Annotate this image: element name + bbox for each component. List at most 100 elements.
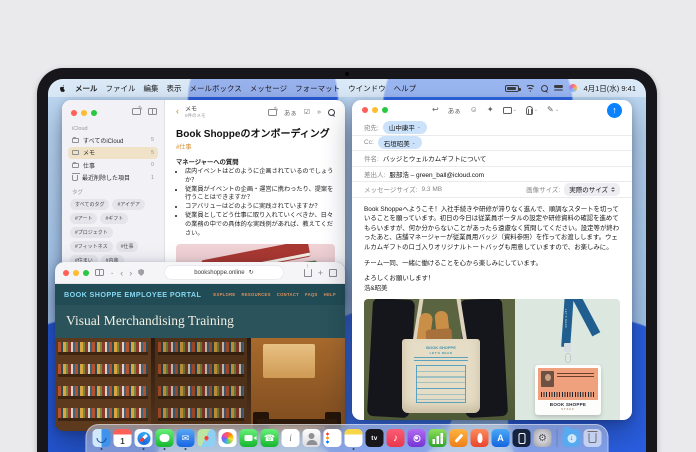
dock-reminders-icon[interactable] <box>324 429 342 447</box>
tote-bag-photo[interactable]: BOOK SHOPPE LET'S READ <box>364 299 515 420</box>
chevron-down-icon[interactable]: ⌄ <box>110 270 114 276</box>
minimize-button[interactable] <box>73 270 79 276</box>
tag-project[interactable]: #プロジェクト <box>70 227 113 238</box>
sidebar-item-all-icloud[interactable]: すべてのiCloud5 <box>68 134 158 147</box>
search-icon[interactable] <box>328 109 335 116</box>
dock-podcasts-icon[interactable] <box>408 429 426 447</box>
menu-mailbox[interactable]: メールボックス <box>190 83 242 94</box>
menu-mail[interactable]: メール <box>75 83 98 94</box>
sidebar-item-notes[interactable]: メモ5 <box>68 147 158 160</box>
menu-format[interactable]: フォーマット <box>295 83 340 94</box>
dock-trash-icon[interactable] <box>584 429 602 447</box>
from-field[interactable]: 差出人: 服部浩 – green_ball@icloud.com <box>352 167 632 183</box>
dock-numbers-icon[interactable] <box>429 429 447 447</box>
close-button[interactable] <box>362 107 368 113</box>
image-size-select[interactable]: 実際のサイズ <box>564 183 620 196</box>
dock-contacts-icon[interactable] <box>303 429 321 447</box>
dock-finder-icon[interactable] <box>93 429 111 447</box>
dock-tips-icon[interactable]: i <box>282 429 300 447</box>
compose-icon[interactable] <box>268 109 277 116</box>
spotlight-search-icon[interactable] <box>541 85 548 92</box>
minimize-button[interactable] <box>81 110 87 116</box>
tag-all[interactable]: すべてのタグ <box>70 199 109 210</box>
dock-launchpad-icon[interactable] <box>471 429 489 447</box>
to-field[interactable]: 宛先: 山中康平⌄ <box>352 120 632 136</box>
sidebar-item-work[interactable]: 仕事0 <box>68 159 158 172</box>
dock-calendar-icon[interactable]: 1 <box>114 429 132 447</box>
nav-link-faqs[interactable]: FAQS <box>305 292 318 297</box>
attachment-icon[interactable] <box>526 106 533 115</box>
recipient-pill[interactable]: 山中康平⌄ <box>383 121 427 134</box>
dock-notes-icon[interactable] <box>345 429 363 447</box>
menu-window[interactable]: ウインドウ <box>348 83 386 94</box>
new-tab-icon[interactable]: + <box>318 268 323 278</box>
markup-icon[interactable]: ✎ <box>547 106 554 114</box>
dock-safari-icon[interactable] <box>135 429 153 447</box>
dock-tv-icon[interactable]: tv <box>366 429 384 447</box>
back-icon[interactable]: ‹ <box>120 268 123 278</box>
image-playground-icon[interactable]: ✦ <box>487 106 494 114</box>
menu-file[interactable]: ファイル <box>106 83 136 94</box>
sidebar-icon[interactable] <box>95 269 104 276</box>
note-tag[interactable]: #仕事 <box>176 142 335 151</box>
battery-icon[interactable] <box>505 85 519 92</box>
photo-browser-icon[interactable] <box>503 107 512 114</box>
tag-idea[interactable]: #アイデア <box>112 199 145 210</box>
reload-icon[interactable]: ↻ <box>249 269 254 276</box>
dock-downloads-icon[interactable]: ↓ <box>563 429 581 447</box>
emoji-icon[interactable]: ☺ <box>470 106 478 114</box>
subject-field[interactable]: 件名: バッジとウェルカムギフトについて <box>352 151 632 167</box>
forward-icon[interactable]: › <box>129 268 132 278</box>
privacy-shield-icon[interactable] <box>138 269 144 276</box>
menu-message[interactable]: メッセージ <box>250 83 287 94</box>
share-icon[interactable] <box>304 269 312 277</box>
dock-app-store-icon[interactable]: A <box>492 429 510 447</box>
control-center-icon[interactable] <box>554 84 563 92</box>
wifi-icon[interactable] <box>525 84 535 92</box>
site-brand[interactable]: BOOK SHOPPE EMPLOYEE PORTAL <box>64 290 201 299</box>
nav-link-resources[interactable]: RESOURCES <box>242 292 271 297</box>
close-button[interactable] <box>71 110 77 116</box>
undo-icon[interactable]: ↩ <box>432 106 439 114</box>
zoom-button[interactable] <box>382 107 388 113</box>
more-icon[interactable]: » <box>317 109 321 116</box>
employee-badge-photo[interactable]: LET'S READ BOOK SHOPPE STAFF <box>515 299 620 420</box>
nav-link-contact[interactable]: CONTACT <box>277 292 299 297</box>
menu-help[interactable]: ヘルプ <box>394 83 417 94</box>
format-text-icon[interactable]: あぁ <box>284 107 297 117</box>
close-button[interactable] <box>63 270 69 276</box>
format-text-icon[interactable]: あぁ <box>448 105 461 115</box>
sidebar-item-recently-deleted[interactable]: 最近削除した項目1 <box>68 172 158 185</box>
nav-link-explore[interactable]: EXPLORE <box>213 292 235 297</box>
send-button[interactable]: ↑ <box>607 103 622 118</box>
dock-settings-icon[interactable]: ⚙ <box>534 429 552 447</box>
nav-link-help[interactable]: HELP <box>324 292 336 297</box>
back-chevron-icon[interactable]: ‹ <box>176 107 179 115</box>
recipient-pill[interactable]: 石垣昭美⌄ <box>378 136 422 149</box>
cc-field[interactable]: Cc: 石垣昭美⌄ <box>352 136 632 152</box>
sidebar-toggle-icon[interactable] <box>148 108 157 115</box>
dock-phone-icon[interactable]: ☎ <box>261 429 279 447</box>
tag-gift[interactable]: #ギフト <box>100 213 128 224</box>
apple-intelligence-icon[interactable] <box>569 84 577 92</box>
zoom-button[interactable] <box>91 110 97 116</box>
tag-work[interactable]: #仕事 <box>116 241 139 252</box>
checklist-icon[interactable]: ☑ <box>304 108 310 116</box>
new-folder-icon[interactable] <box>132 108 141 115</box>
dock-photos-icon[interactable] <box>219 429 237 447</box>
dock-messages-icon[interactable] <box>156 429 174 447</box>
dock-pages-icon[interactable] <box>450 429 468 447</box>
address-bar[interactable]: bookshoppe.online ↻ <box>165 266 283 279</box>
menu-clock[interactable]: 4月1日(水) 9:41 <box>583 83 636 94</box>
message-body[interactable]: Book Shoppeへようこそ！入社手続きや研修が滞りなく進んで、順調なスター… <box>352 198 632 294</box>
dock-mail-icon[interactable]: ✉ <box>177 429 195 447</box>
dock-music-icon[interactable]: ♪ <box>387 429 405 447</box>
dock-facetime-icon[interactable] <box>240 429 258 447</box>
tag-fitness[interactable]: #フィットネス <box>70 241 113 252</box>
tab-overview-icon[interactable] <box>329 269 337 277</box>
menu-edit[interactable]: 編集 <box>144 83 159 94</box>
apple-menu-icon[interactable] <box>58 84 67 93</box>
zoom-button[interactable] <box>83 270 89 276</box>
dock-iphone-mirroring-icon[interactable] <box>513 429 531 447</box>
tag-art[interactable]: #アート <box>70 213 97 224</box>
